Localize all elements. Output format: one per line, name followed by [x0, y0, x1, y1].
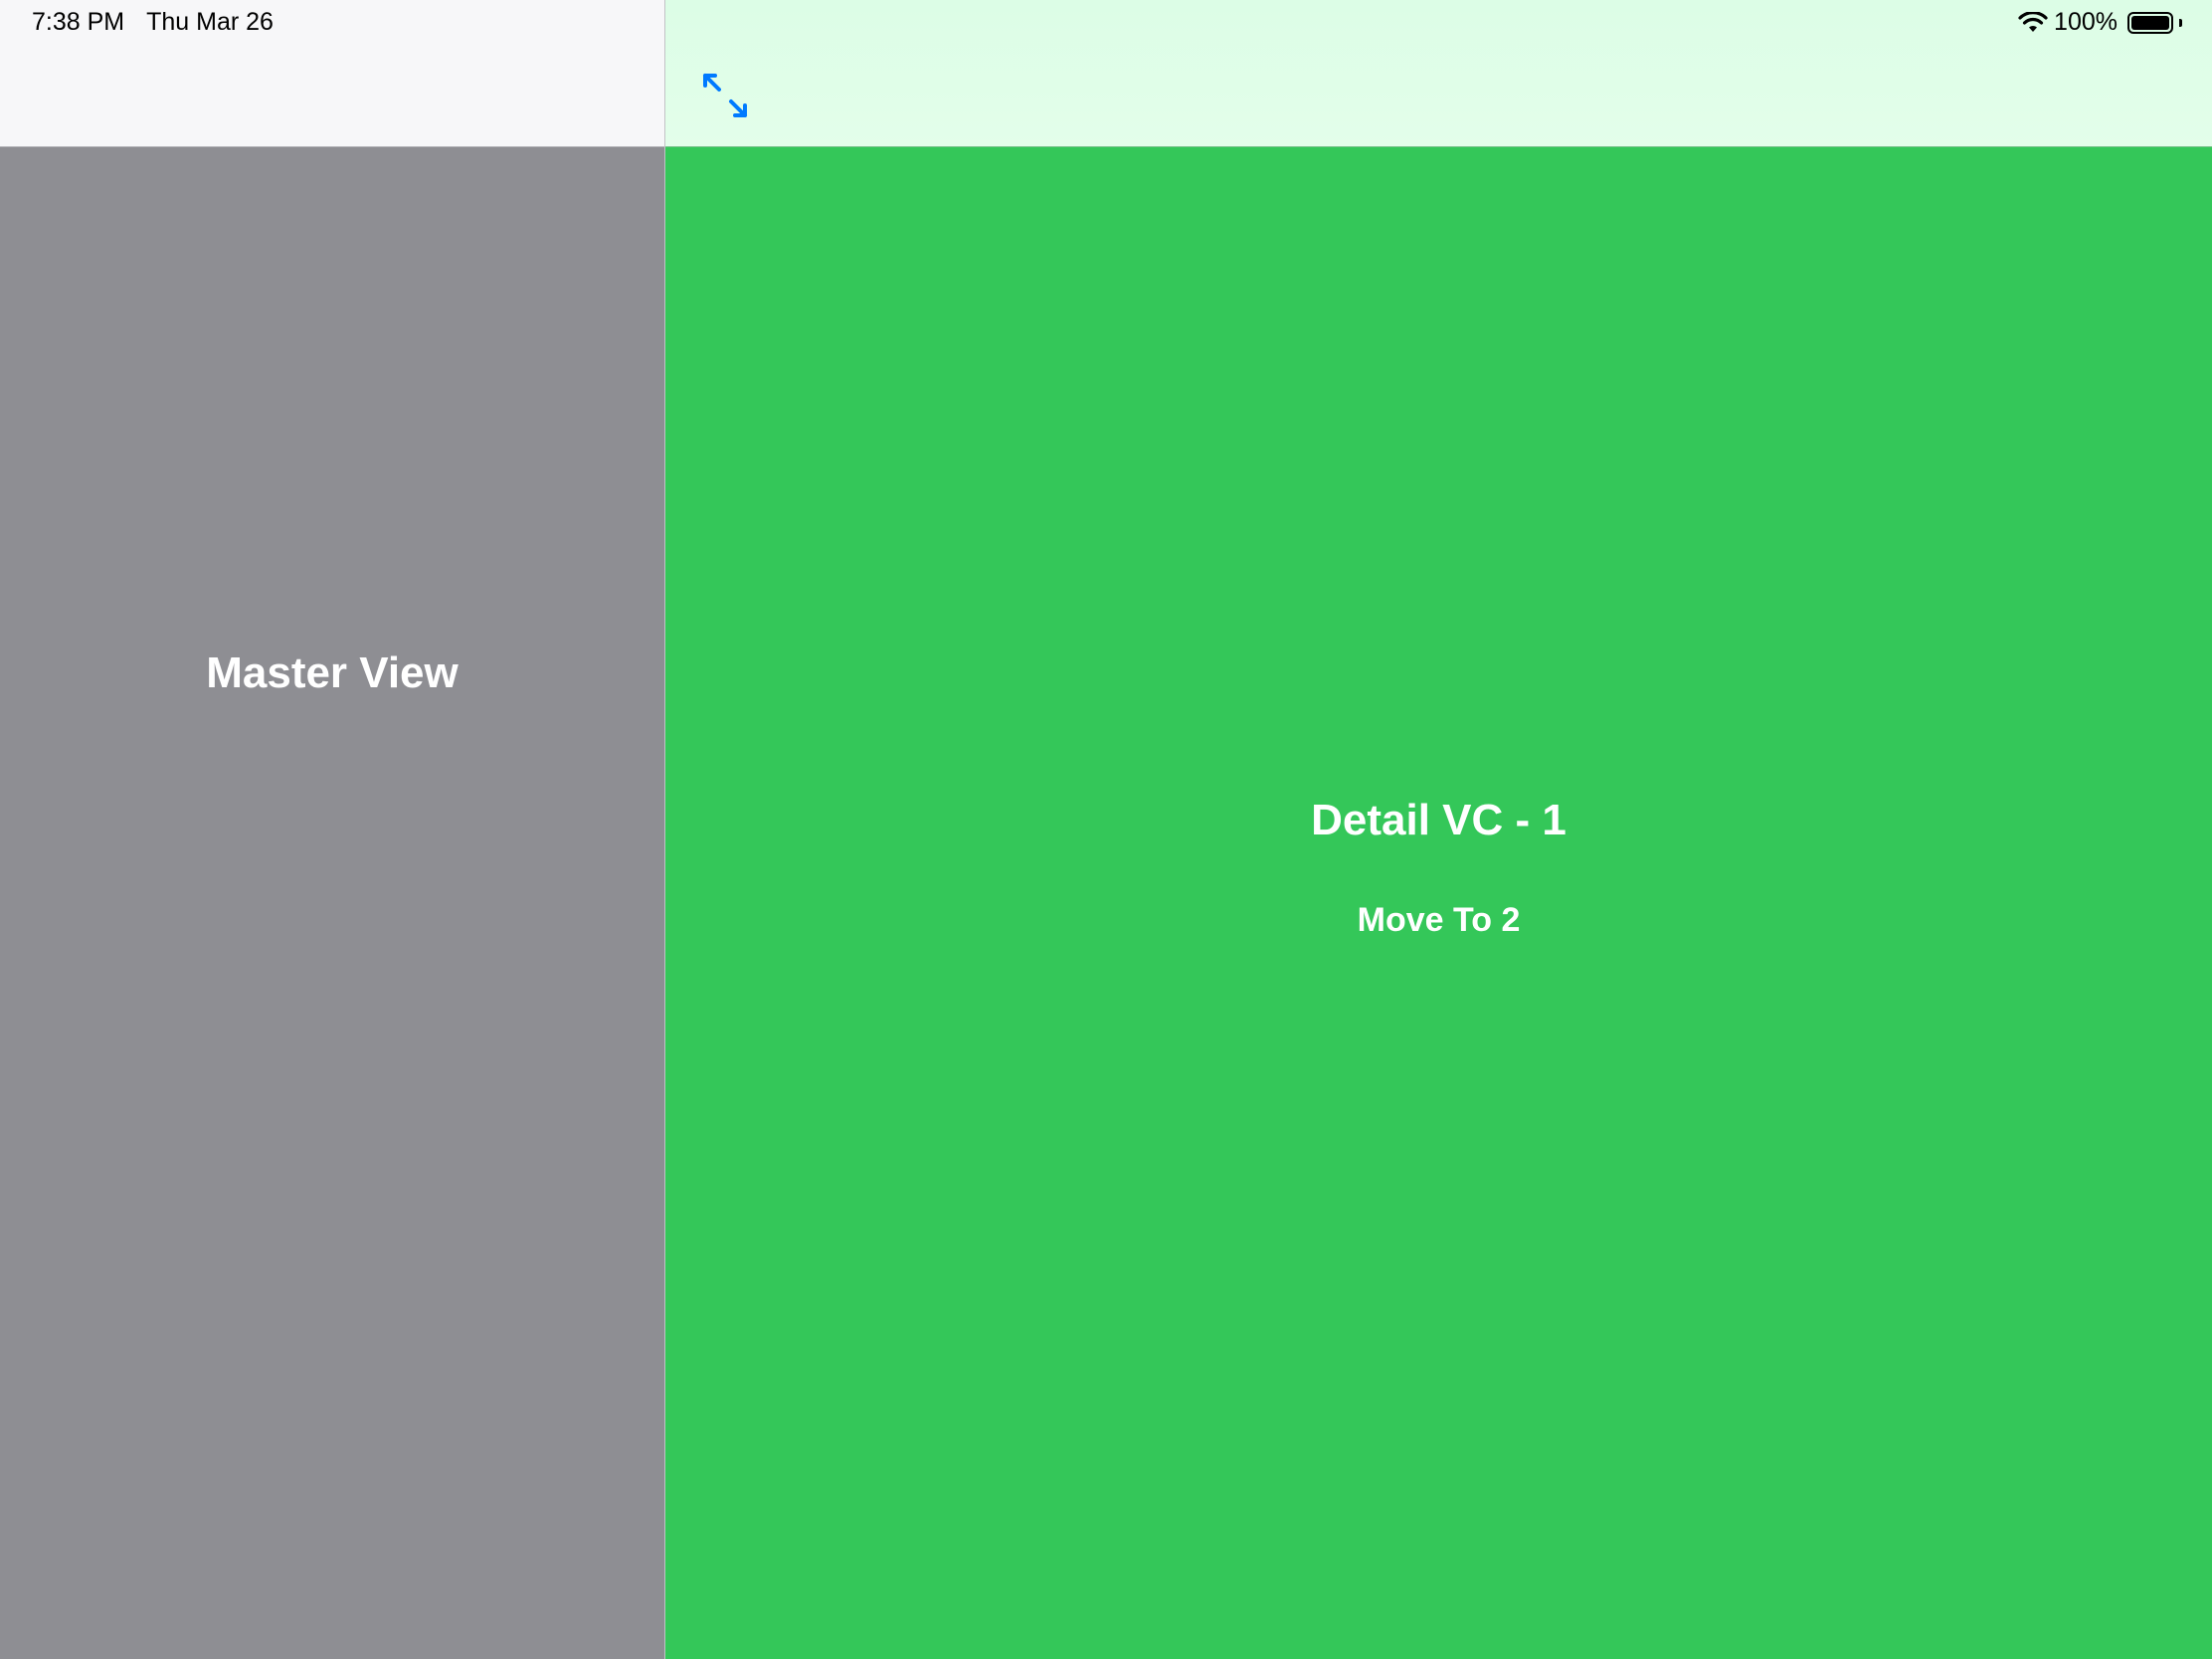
battery-level-fill: [2131, 15, 2169, 30]
split-view-screen: Master View Detail VC - 1 Move To 2 7:38…: [0, 0, 2212, 1659]
status-bar-left: 7:38 PM Thu Mar 26: [32, 8, 274, 37]
battery-icon: [2127, 11, 2173, 34]
status-bar-right: 100%: [2018, 8, 2182, 37]
master-column: Master View: [0, 0, 664, 1659]
move-to-2-label: Move To 2: [1357, 901, 1521, 939]
detail-content: Detail VC - 1 Move To 2: [665, 147, 2212, 1659]
expand-arrows-icon: [703, 74, 747, 117]
status-date: Thu Mar 26: [146, 8, 274, 36]
master-content: [0, 147, 664, 1659]
detail-title: Detail VC - 1: [1311, 796, 1567, 844]
battery-percent: 100%: [2054, 8, 2118, 36]
detail-column: Detail VC - 1 Move To 2: [665, 0, 2212, 1659]
battery-tip: [2179, 18, 2182, 27]
status-time: 7:38 PM: [32, 8, 125, 36]
wifi-icon: [2018, 11, 2048, 32]
detail-navigation-bar: [665, 0, 2212, 147]
expand-button[interactable]: [701, 72, 749, 119]
move-to-2-button[interactable]: Move To 2: [665, 901, 2212, 940]
master-title: Master View: [206, 648, 459, 697]
